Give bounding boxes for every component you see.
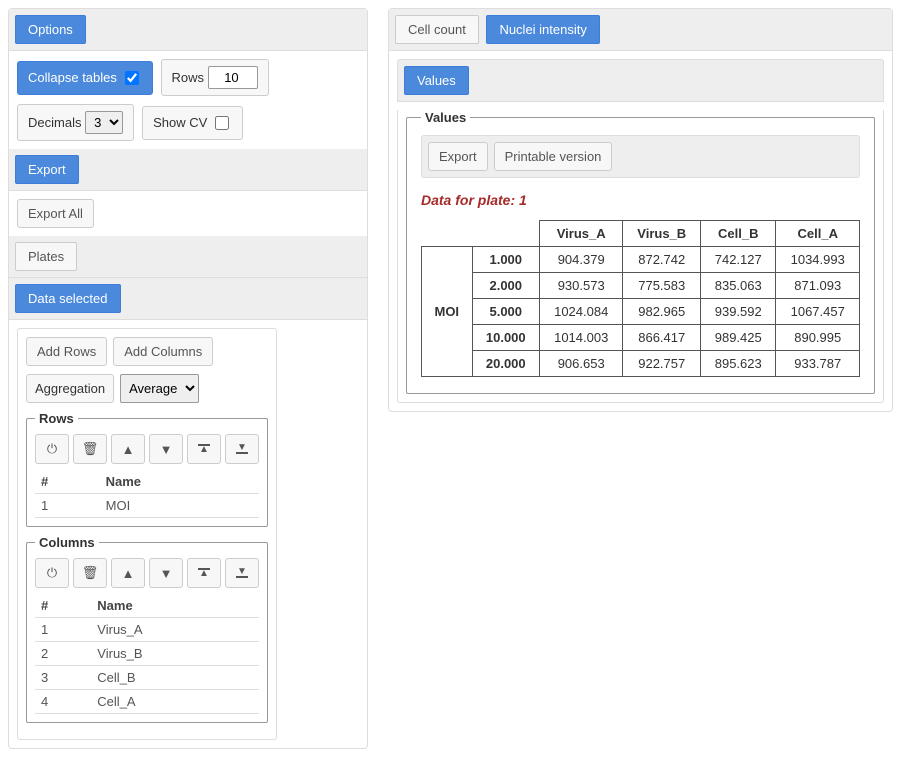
- plates-tab[interactable]: Plates: [15, 242, 77, 271]
- columns-table: # Name 1Virus_A 2Virus_B 3Cell_B 4Cell_A: [35, 594, 259, 714]
- data-table: Virus_A Virus_B Cell_B Cell_A MOI 1.000 …: [421, 220, 860, 377]
- add-columns-button[interactable]: Add Columns: [113, 337, 213, 366]
- values-header: Values: [397, 59, 884, 102]
- table-row[interactable]: 4Cell_A: [35, 690, 259, 714]
- values-fieldset: Values Export Printable version Data for…: [406, 110, 875, 394]
- export-body: Export All: [9, 191, 367, 236]
- aggregation-select[interactable]: Average: [120, 374, 199, 403]
- col-header: Cell_A: [776, 221, 860, 247]
- decimals-label: Decimals: [28, 115, 81, 130]
- name-header: Name: [100, 470, 259, 494]
- top-icon[interactable]: ▲: [187, 558, 221, 588]
- plate-title: Data for plate: 1: [421, 192, 860, 208]
- data-selected-tab[interactable]: Data selected: [15, 284, 121, 313]
- values-container: Values Export Printable version Data for…: [397, 110, 884, 403]
- data-selected-panel: Add Rows Add Columns Aggregation Average…: [17, 328, 277, 740]
- printable-button[interactable]: Printable version: [494, 142, 613, 171]
- col-header: Virus_B: [623, 221, 701, 247]
- up-icon[interactable]: ▲: [111, 558, 145, 588]
- columns-legend: Columns: [35, 535, 99, 550]
- power-icon[interactable]: ⏻: [35, 434, 69, 464]
- options-header: Options: [9, 9, 367, 51]
- col-header: Virus_A: [539, 221, 622, 247]
- trash-icon[interactable]: 🗑: [73, 558, 107, 588]
- values-tab[interactable]: Values: [404, 66, 469, 95]
- table-row: 2.000 930.573 775.583 835.063 871.093: [422, 273, 860, 299]
- show-cv-checkbox[interactable]: [215, 116, 229, 130]
- collapse-tables-toggle[interactable]: Collapse tables: [17, 61, 153, 95]
- aggregation-group: Aggregation: [26, 374, 114, 403]
- collapse-tables-checkbox[interactable]: [125, 71, 139, 85]
- show-cv-label: Show CV: [153, 115, 207, 130]
- rows-label: Rows: [172, 70, 205, 85]
- collapse-rows-row: Collapse tables Rows: [9, 51, 367, 104]
- hash-header: #: [35, 594, 91, 618]
- table-row: 20.000 906.653 922.757 895.623 933.787: [422, 351, 860, 377]
- table-row: 10.000 1014.003 866.417 989.425 890.995: [422, 325, 860, 351]
- columns-fieldset: Columns ⏻ 🗑 ▲ ▼ ▲ ▼ # Name 1Virus_A 2Vir…: [26, 535, 268, 723]
- down-icon[interactable]: ▼: [149, 558, 183, 588]
- col-header: Cell_B: [701, 221, 776, 247]
- decimals-select[interactable]: 3: [85, 111, 123, 134]
- export-tab[interactable]: Export: [15, 155, 79, 184]
- left-panel: Options Collapse tables Rows Decimals 3 …: [8, 8, 368, 749]
- right-panel: Cell count Nuclei intensity Values Value…: [388, 8, 893, 412]
- export-all-button[interactable]: Export All: [17, 199, 94, 228]
- table-row: MOI 1.000 904.379 872.742 742.127 1034.9…: [422, 247, 860, 273]
- bottom-icon[interactable]: ▼: [225, 558, 259, 588]
- row-group-label: MOI: [422, 247, 473, 377]
- power-icon[interactable]: ⏻: [35, 558, 69, 588]
- table-row[interactable]: 2Virus_B: [35, 642, 259, 666]
- rows-input[interactable]: [208, 66, 258, 89]
- plates-header: Plates: [9, 236, 367, 278]
- values-export-bar: Export Printable version: [421, 135, 860, 178]
- up-icon[interactable]: ▲: [111, 434, 145, 464]
- collapse-tables-label: Collapse tables: [28, 70, 117, 85]
- table-row: 5.000 1024.084 982.965 939.592 1067.457: [422, 299, 860, 325]
- values-legend: Values: [421, 110, 470, 125]
- options-tab[interactable]: Options: [15, 15, 86, 44]
- table-row[interactable]: 1 MOI: [35, 494, 259, 518]
- trash-icon[interactable]: 🗑: [73, 434, 107, 464]
- add-rows-button[interactable]: Add Rows: [26, 337, 107, 366]
- tabs-header: Cell count Nuclei intensity: [389, 9, 892, 51]
- decimals-group: Decimals 3: [17, 104, 134, 141]
- hash-header: #: [35, 470, 100, 494]
- export-button[interactable]: Export: [428, 142, 488, 171]
- name-header: Name: [91, 594, 259, 618]
- aggregation-label: Aggregation: [35, 381, 105, 396]
- rows-table: # Name 1 MOI: [35, 470, 259, 518]
- rows-fieldset: Rows ⏻ 🗑 ▲ ▼ ▲ ▼ # Name 1 MOI: [26, 411, 268, 527]
- table-row[interactable]: 1Virus_A: [35, 618, 259, 642]
- tab-nuclei-intensity[interactable]: Nuclei intensity: [486, 15, 599, 44]
- bottom-icon[interactable]: ▼: [225, 434, 259, 464]
- table-row[interactable]: 3Cell_B: [35, 666, 259, 690]
- export-header: Export: [9, 149, 367, 191]
- tab-cell-count[interactable]: Cell count: [395, 15, 479, 44]
- top-icon[interactable]: ▲: [187, 434, 221, 464]
- decimals-row: Decimals 3 Show CV: [9, 104, 367, 149]
- data-selected-header: Data selected: [9, 278, 367, 320]
- down-icon[interactable]: ▼: [149, 434, 183, 464]
- rows-legend: Rows: [35, 411, 78, 426]
- rows-group: Rows: [161, 59, 269, 96]
- right-body: Values Values Export Printable version D…: [389, 51, 892, 411]
- show-cv-group: Show CV: [142, 106, 243, 140]
